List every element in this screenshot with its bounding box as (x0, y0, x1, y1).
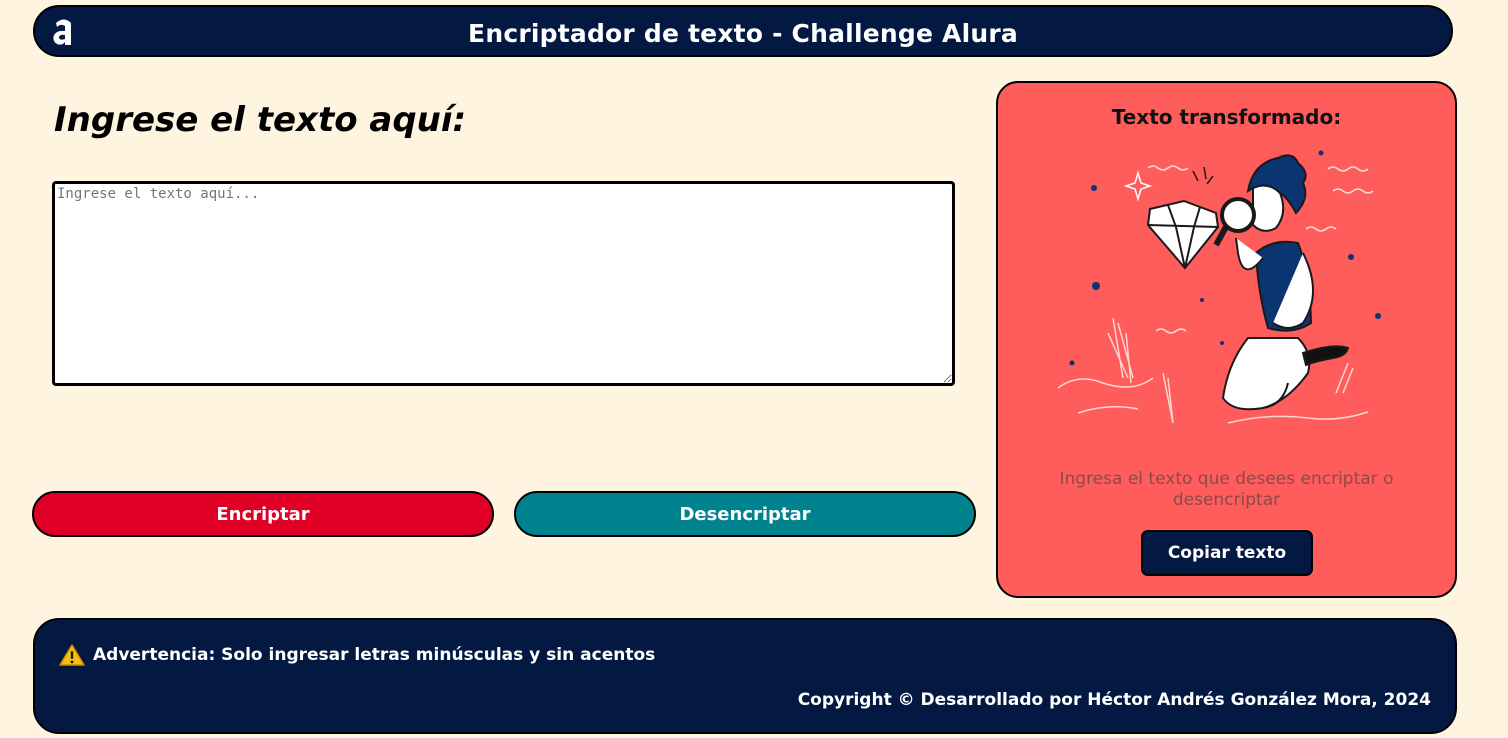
output-title: Texto transformado: (1111, 105, 1342, 129)
output-message: Ingresa el texto que desees encriptar o … (1059, 469, 1394, 510)
encrypt-button[interactable]: Encriptar (32, 491, 494, 537)
warning-icon (59, 644, 85, 666)
warning-message: Advertencia: Solo ingresar letras minúsc… (59, 644, 655, 666)
warning-text: Advertencia: Solo ingresar letras minúsc… (93, 645, 656, 665)
copy-button[interactable]: Copiar texto (1141, 530, 1313, 576)
app-title: Encriptador de texto - Challenge Alura (468, 19, 1018, 48)
decrypt-button[interactable]: Desencriptar (514, 491, 976, 537)
output-panel: Texto transformado: Ingresa el texto que… (996, 81, 1457, 598)
footer: Advertencia: Solo ingresar letras minúsc… (33, 618, 1457, 734)
copyright-text: Copyright © Desarrollado por Héctor Andr… (797, 690, 1431, 710)
app-header: Encriptador de texto - Challenge Alura (33, 5, 1453, 57)
text-input[interactable] (52, 181, 955, 386)
search-illustration-icon (1057, 150, 1381, 424)
input-heading: Ingrese el texto aquí: (54, 100, 467, 140)
